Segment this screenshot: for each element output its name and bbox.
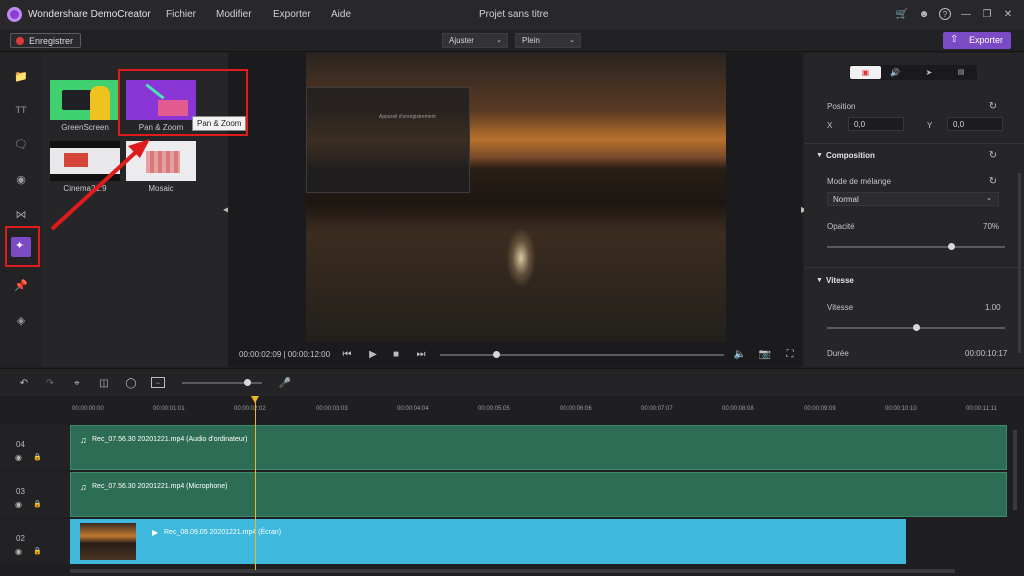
annotation-arrow-icon (50, 139, 150, 231)
